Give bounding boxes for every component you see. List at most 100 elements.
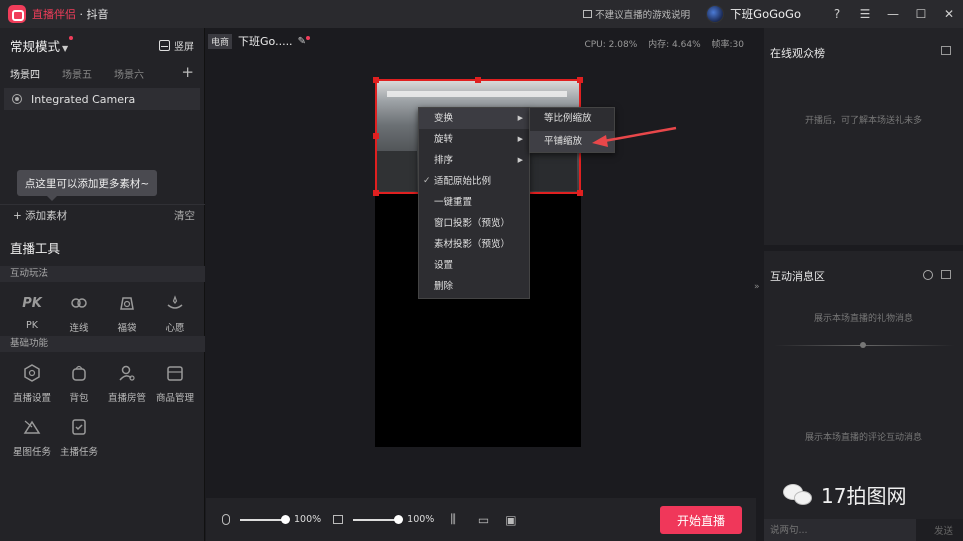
screen-icon[interactable]: ▭ (478, 513, 489, 527)
app-platform: · 抖音 (76, 8, 109, 21)
menu-item-delete[interactable]: 删除 (419, 276, 529, 297)
tool-room-admin[interactable]: 直播房管 (103, 362, 151, 404)
room-title: 下班Go..... (238, 35, 293, 48)
speaker-volume-slider[interactable] (353, 514, 404, 524)
avatar[interactable] (706, 5, 725, 23)
backpack-icon (68, 362, 90, 384)
wechat-icon (783, 483, 813, 506)
tab-scene-4[interactable]: 场景四 (10, 66, 40, 81)
microphone-icon[interactable] (222, 514, 230, 525)
menu-item-transform[interactable]: 变换 ▶ (419, 108, 529, 129)
menu-item-settings[interactable]: 设置 (419, 255, 529, 276)
tool-label: 背包 (69, 393, 89, 404)
menu-item-window-projection[interactable]: 窗口投影（预览） (419, 213, 529, 234)
lucky-bag-icon (116, 292, 138, 314)
watermark: 17拍图网 (783, 480, 906, 509)
splitter-handle[interactable] (860, 342, 866, 348)
chat-input[interactable] (764, 519, 916, 541)
interact-title: 互动消息区 (770, 270, 825, 283)
record-icon[interactable]: ▣ (505, 513, 516, 527)
tab-scene-5[interactable]: 场景五 (62, 66, 92, 81)
tool-host-tasks[interactable]: 主播任务 (55, 416, 103, 458)
pk-icon: PK (22, 295, 42, 311)
tool-backpack[interactable]: 背包 (55, 362, 103, 404)
section-interactive: 互动玩法 (0, 266, 205, 282)
menu-item-rotate[interactable]: 旋转 ▶ (419, 129, 529, 150)
tool-label: 福袋 (117, 323, 137, 334)
close-icon[interactable]: ✕ (935, 0, 963, 28)
tool-star-tasks[interactable]: 星图任务 (8, 416, 56, 458)
speaker-icon[interactable] (333, 515, 344, 524)
add-material-tooltip: 点这里可以添加更多素材~ (17, 170, 157, 201)
mic-volume-slider[interactable] (240, 514, 290, 524)
popout-icon[interactable] (941, 270, 951, 279)
send-button[interactable]: 发送 (934, 523, 953, 537)
speaker-volume-value: 100% (407, 514, 435, 525)
clear-button[interactable]: 清空 (174, 208, 195, 223)
tool-label: 星图任务 (12, 447, 51, 458)
add-material-button[interactable]: + 添加素材 (13, 208, 67, 223)
settings-hex-icon (21, 362, 43, 384)
mic-volume-value: 100% (294, 514, 322, 525)
tab-scene-6[interactable]: 场景六 (114, 66, 144, 81)
source-item-camera[interactable]: Integrated Camera (4, 88, 200, 110)
checklist-icon (68, 416, 90, 438)
menu-item-order[interactable]: 排序 ▶ (419, 150, 529, 171)
resize-handle[interactable] (577, 77, 583, 83)
notify-dot (69, 35, 74, 40)
username[interactable]: 下班GoGoGo (730, 6, 801, 22)
resize-handle[interactable] (373, 77, 379, 83)
tool-link[interactable]: 连线 (55, 292, 103, 334)
start-live-button[interactable]: 开始直播 (660, 506, 742, 534)
right-panel: 在线观众榜 开播后，可了解本场送礼未多 互动消息区 展示本场直播的礼物消息 展示… (764, 28, 963, 541)
minimize-icon[interactable]: — (879, 0, 907, 28)
star-map-icon (21, 416, 43, 438)
tool-wish[interactable]: 心愿 (151, 292, 199, 334)
title-bar: 直播伴侣 · 抖音 不建议直播的游戏说明 下班GoGoGo ? ☰ — ☐ ✕ (0, 0, 963, 28)
tool-label: 直播设置 (12, 393, 51, 404)
menu-item-fit-original[interactable]: ✓ 适配原始比例 (419, 171, 529, 192)
tool-label: 商品管理 (155, 393, 194, 404)
resize-handle[interactable] (577, 190, 583, 196)
check-icon: ✓ (423, 176, 431, 186)
section-basic: 基础功能 (0, 336, 205, 352)
menu-item-source-projection[interactable]: 素材投影（预览） (419, 234, 529, 255)
resize-handle[interactable] (475, 77, 481, 83)
link-icon (68, 292, 90, 314)
menu-icon[interactable]: ☰ (851, 0, 879, 28)
edit-icon[interactable]: ✎ (298, 35, 310, 47)
source-label: Integrated Camera (31, 92, 136, 106)
tools-title: 直播工具 (10, 241, 61, 256)
resize-handle[interactable] (373, 190, 379, 196)
popout-icon[interactable] (941, 46, 951, 55)
mode-dropdown[interactable]: 常规模式 ▼ (10, 35, 74, 55)
collapse-arrow-icon[interactable]: » (754, 282, 760, 292)
help-icon[interactable]: ? (823, 0, 851, 28)
resize-handle[interactable] (373, 133, 379, 139)
tool-product-management[interactable]: 商品管理 (151, 362, 199, 404)
tool-pk[interactable]: PK PK (8, 292, 56, 332)
notice-text: 不建议直播的游戏说明 (595, 10, 691, 21)
scene-tabs: 场景四 场景五 场景六 + (0, 62, 204, 84)
add-scene-icon[interactable]: + (181, 63, 194, 81)
audio-bar: 100% 100% ⫼ ▭ ▣ 开始直播 (206, 498, 756, 541)
comment-message-text: 展示本场直播的评论互动消息 (804, 433, 922, 443)
annotation-arrow (592, 126, 677, 147)
app-title: 直播伴侣 · 抖音 (32, 6, 109, 22)
tool-lucky-bag[interactable]: 福袋 (103, 292, 151, 334)
mixer-icon[interactable]: ⫼ (450, 512, 456, 527)
tool-label: 连线 (69, 323, 89, 334)
tool-live-settings[interactable]: 直播设置 (8, 362, 56, 404)
gear-icon[interactable] (923, 270, 933, 280)
menu-item-reset[interactable]: 一键重置 (419, 192, 529, 213)
cpu-usage: CPU: 2.08% (584, 40, 638, 50)
audience-empty-text: 开播后，可了解本场送礼未多 (804, 116, 922, 126)
caret-down-icon: ▼ (62, 43, 69, 53)
game-notice-link[interactable]: 不建议直播的游戏说明 (583, 7, 690, 21)
perf-stats: CPU: 2.08% 内存: 4.64% 帧率:30 (576, 37, 744, 50)
portrait-icon (159, 39, 170, 51)
maximize-icon[interactable]: ☐ (907, 0, 935, 28)
store-icon (164, 362, 186, 384)
portrait-button[interactable]: 竖屏 (159, 38, 194, 53)
audience-title: 在线观众榜 (770, 47, 825, 60)
